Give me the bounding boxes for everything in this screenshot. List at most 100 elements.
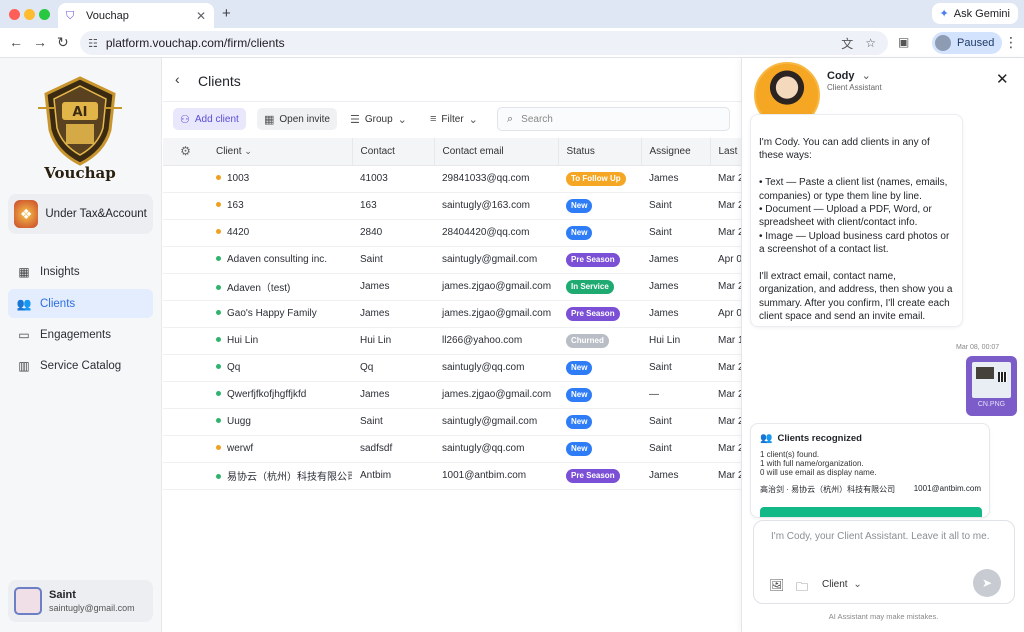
plus-icon[interactable]: + [222, 5, 231, 22]
column-header-client[interactable]: Client ⌄ [208, 138, 353, 166]
client-cell[interactable]: Uugg [208, 408, 352, 436]
client-type-dropdown[interactable]: Client ⌄ [822, 579, 862, 590]
message-timestamp: Mar 08, 00:07 [956, 344, 1000, 351]
more-menu-icon[interactable]: ⋮ [1004, 34, 1018, 51]
user-profile[interactable]: Saint saintugly@gmail.com [8, 580, 153, 622]
client-cell[interactable]: 4420 [208, 219, 352, 247]
client-cell[interactable]: Adaven consulting inc. [208, 246, 352, 274]
status-badge[interactable]: Pre Season [566, 252, 620, 267]
client-cell[interactable]: 易协云（杭州）科技有限公司 [208, 462, 352, 490]
send-button[interactable]: ➤ [973, 569, 1001, 597]
client-cell[interactable]: werwf [208, 435, 352, 463]
client-cell[interactable]: Gao's Happy Family [208, 300, 352, 328]
folder-icon[interactable]: 🗀 [796, 578, 808, 599]
search-input[interactable] [521, 113, 702, 125]
group-dropdown[interactable]: ☰ Group ⌄ [343, 108, 414, 130]
column-header-last[interactable]: Last [710, 138, 741, 166]
contact-cell: Hui Lin [352, 327, 434, 355]
client-cell[interactable]: Qwerfjfkofjhgffjkfd [208, 381, 352, 409]
org-switcher[interactable]: ❖ Under Tax&Accounting [8, 194, 153, 234]
last-cell: Mar 1 [710, 327, 741, 355]
client-cell[interactable]: 163 [208, 192, 352, 220]
status-badge[interactable]: Pre Season [566, 468, 620, 483]
sidebar-item-service-catalog[interactable]: ▥ Service Catalog [8, 351, 153, 380]
close-icon[interactable]: ✕ [996, 70, 1009, 88]
back-arrow-icon[interactable]: ← [9, 34, 23, 50]
forward-arrow-icon[interactable]: → [33, 34, 47, 50]
open-invite-button[interactable]: ▦ Open invite [257, 108, 337, 130]
table-row[interactable]: QqQqsaintugly@qq.comNewSaintMar 2 [163, 354, 741, 382]
status-badge[interactable]: Churned [566, 333, 609, 348]
client-cell[interactable]: Adaven（test) [208, 273, 352, 301]
client-cell[interactable]: Qq [208, 354, 352, 382]
sidebar-item-clients[interactable]: 👥 Clients [8, 289, 153, 318]
email-cell: james.zjgao@gmail.com [434, 273, 558, 301]
browser-tab[interactable]: ⛉ Vouchap ✕ [58, 3, 214, 28]
column-settings[interactable]: ⚙ [163, 138, 208, 166]
column-header-contact[interactable]: Contact [352, 138, 435, 166]
image-upload-icon[interactable]: 🖼 [769, 578, 784, 592]
image-attachment[interactable]: CN.PNG [966, 356, 1017, 416]
add-client-button[interactable]: ⚇ Add client [173, 108, 246, 130]
email-cell: ll266@yahoo.com [434, 327, 558, 355]
side-panel-icon[interactable]: ▣ [898, 35, 909, 49]
status-badge[interactable]: To Follow Up [566, 171, 626, 186]
chevron-down-icon: ⌄ [468, 113, 478, 126]
confirm-button[interactable] [760, 507, 982, 517]
client-cell[interactable]: Hui Lin [208, 327, 352, 355]
window-close-button[interactable] [9, 9, 20, 20]
bookmark-star-icon[interactable]: ☆ [865, 36, 876, 50]
status-dot [216, 228, 221, 234]
table-row[interactable]: Hui Lin Hui Lin ll266@yahoo.com Churned Hui … [163, 327, 741, 355]
window-minimize-button[interactable] [24, 9, 35, 20]
ask-gemini-button[interactable]: ✦ Ask Gemini [931, 3, 1018, 24]
status-badge[interactable]: Pre Season [566, 306, 620, 321]
last-cell: Mar 2 [710, 165, 741, 193]
back-chevron-icon[interactable]: ‹ [175, 71, 180, 87]
column-header-email[interactable]: Contact email [434, 138, 559, 166]
table-row[interactable]: 1003 41003 29841033@qq.com To Follow Up Jame… [163, 165, 741, 193]
translate-icon[interactable]: 文 [841, 35, 853, 52]
status-badge[interactable]: New [566, 414, 593, 429]
sparkle-icon: ✦ [939, 8, 949, 20]
status-badge[interactable]: New [566, 387, 593, 402]
url-field[interactable]: ☷ platform.vouchap.com/firm/clients 文 ☆ [80, 31, 888, 55]
profile-button[interactable]: Paused [932, 32, 1003, 54]
contact-cell: 163 [352, 192, 434, 220]
table-row[interactable]: Qwerfjfkofjhgffjkfd James james.zjgao@gmai… [163, 381, 741, 409]
status-cell: New [558, 381, 641, 409]
table-row[interactable]: werwf sadfsdf saintugly@qq.com New Saint Mar … [163, 435, 741, 463]
site-settings-icon[interactable]: ☷ [88, 37, 98, 50]
filter-dropdown[interactable]: ≡ Filter ⌄ [423, 108, 485, 130]
table-row[interactable]: Adaven（test) James james.zjgao@gmail.com In… [163, 273, 741, 301]
sidebar-item-engagements[interactable]: ▭ Engagements [8, 320, 153, 349]
close-icon[interactable]: ✕ [196, 9, 206, 23]
status-badge[interactable]: New [566, 225, 593, 240]
table-row[interactable]: Uugg Saint saintugly@gmail.com New Saint Mar … [163, 408, 741, 436]
brand-name: Vouchap [43, 164, 115, 182]
table-row[interactable]: 163163saintugly@163.comNewSaintMar 2 [163, 192, 741, 220]
column-header-status[interactable]: Status [558, 138, 642, 166]
window-zoom-button[interactable] [39, 9, 50, 20]
table-row[interactable]: Adaven consulting inc. Saint saintugly@gma… [163, 246, 741, 274]
vouchap-logo: AI Vouchap [38, 76, 122, 182]
message-input[interactable] [771, 529, 991, 561]
status-dot [216, 336, 221, 342]
table-row[interactable]: 4420 284028404420@qq.com New SaintMar 2 [163, 219, 741, 247]
table-row[interactable]: Gao's Happy Family James james.zjgao@gmail… [163, 300, 741, 328]
filter-label: Filter [441, 113, 464, 125]
client-cell[interactable]: 1003 [208, 165, 352, 193]
assistant-name: Cody [827, 70, 855, 82]
status-badge[interactable]: In Service [566, 279, 614, 294]
column-header-assignee[interactable]: Assignee [641, 138, 711, 166]
sidebar-item-insights[interactable]: ▦ Insights [8, 257, 153, 286]
status-badge[interactable]: New [566, 441, 593, 456]
reload-icon[interactable]: ↻ [57, 34, 69, 51]
table-row[interactable]: 易协云（杭州）科技有限公司 Antbim 1001@antbim.com Pre Se… [163, 462, 741, 490]
status-badge[interactable]: New [566, 360, 593, 375]
assistant-switcher[interactable]: Cody ⌄ [827, 69, 871, 82]
status-badge[interactable]: New [566, 198, 593, 213]
row-spacer [163, 192, 208, 220]
contact-cell: Antbim [352, 462, 434, 490]
client-name: Hui Lin [227, 335, 259, 346]
